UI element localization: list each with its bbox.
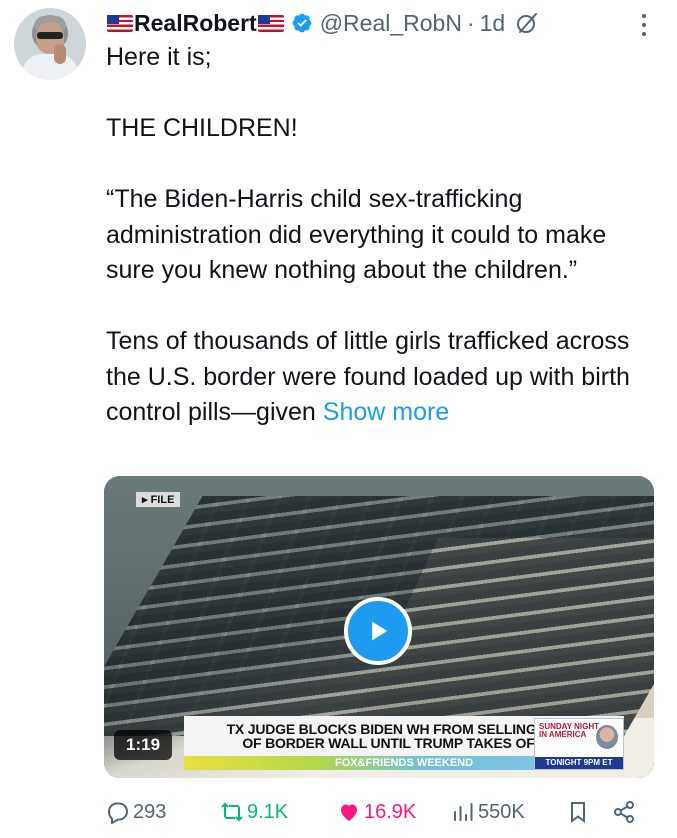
avatar-shirt [22, 54, 78, 80]
tweet-header: RealRobert @Real_RobN · 1d [106, 6, 539, 40]
video-player[interactable]: ▸ FILE TX JUDGE BLOCKS BIDEN WH FROM SEL… [104, 476, 654, 778]
views-button[interactable]: 550K [451, 794, 525, 830]
more-options-icon[interactable] [641, 12, 647, 38]
us-flag-icon [107, 14, 133, 32]
repost-button[interactable]: 9.1K [220, 794, 288, 830]
timestamp[interactable]: 1d [480, 10, 506, 37]
verified-badge-icon[interactable] [291, 12, 313, 34]
promo-line-2: IN AMERICA [539, 730, 587, 739]
tweet-paragraph: THE CHILDREN! [106, 114, 298, 142]
play-icon [372, 621, 388, 641]
like-count: 16.9K [364, 800, 417, 823]
share-icon [614, 801, 634, 823]
tweet-paragraph: “The Biden-Harris child sex-trafficking … [106, 185, 607, 284]
reply-button[interactable]: 293 [106, 794, 166, 830]
reply-count: 293 [133, 800, 167, 823]
views-icon [454, 803, 473, 821]
promo-title: SUNDAY NIGHT IN AMERICA [539, 723, 599, 739]
headline-line-1: TX JUDGE BLOCKS BIDEN WH FROM SELLING MO… [226, 721, 582, 737]
promo-host-image [596, 725, 618, 749]
avatar-hand [54, 44, 66, 64]
file-tag: ▸ FILE [136, 492, 181, 507]
avatar-glasses [37, 32, 63, 39]
bookmark-button[interactable] [566, 794, 593, 830]
promo-box: SUNDAY NIGHT IN AMERICA TONIGHT 9PM ET [534, 718, 624, 770]
repost-icon [221, 802, 243, 822]
display-name[interactable]: RealRobert [134, 10, 257, 37]
heart-icon [341, 804, 357, 821]
tweet: RealRobert @Real_RobN · 1d Here it is; T… [0, 0, 677, 838]
video-duration: 1:19 [114, 730, 173, 760]
avatar[interactable] [14, 8, 86, 80]
file-tag-text: FILE [150, 494, 175, 506]
repost-count: 9.1K [247, 800, 289, 823]
tweet-text: Here it is; THE CHILDREN! “The Biden-Har… [106, 40, 661, 431]
grok-icon[interactable] [515, 11, 539, 35]
action-bar: 293 9.1K 16.9K 550K [106, 794, 646, 830]
show-more-link[interactable]: Show more [323, 398, 449, 426]
like-button[interactable]: 16.9K [337, 794, 416, 830]
handle[interactable]: @Real_RobN [320, 10, 462, 37]
share-button[interactable] [612, 794, 639, 830]
separator-dot: · [466, 9, 475, 36]
tweet-paragraph: Here it is; [106, 43, 212, 71]
play-button[interactable] [344, 597, 412, 665]
us-flag-icon [257, 14, 284, 32]
reply-icon [107, 802, 129, 824]
view-count: 550K [478, 800, 525, 823]
tweet-paragraph-last: Tens of thousands of little girls traffi… [106, 324, 661, 431]
promo-tonight: TONIGHT 9PM ET [535, 757, 623, 769]
headline-line-2: OF BORDER WALL UNTIL TRUMP TAKES OFFICE [242, 735, 566, 751]
bookmark-icon [571, 802, 585, 823]
